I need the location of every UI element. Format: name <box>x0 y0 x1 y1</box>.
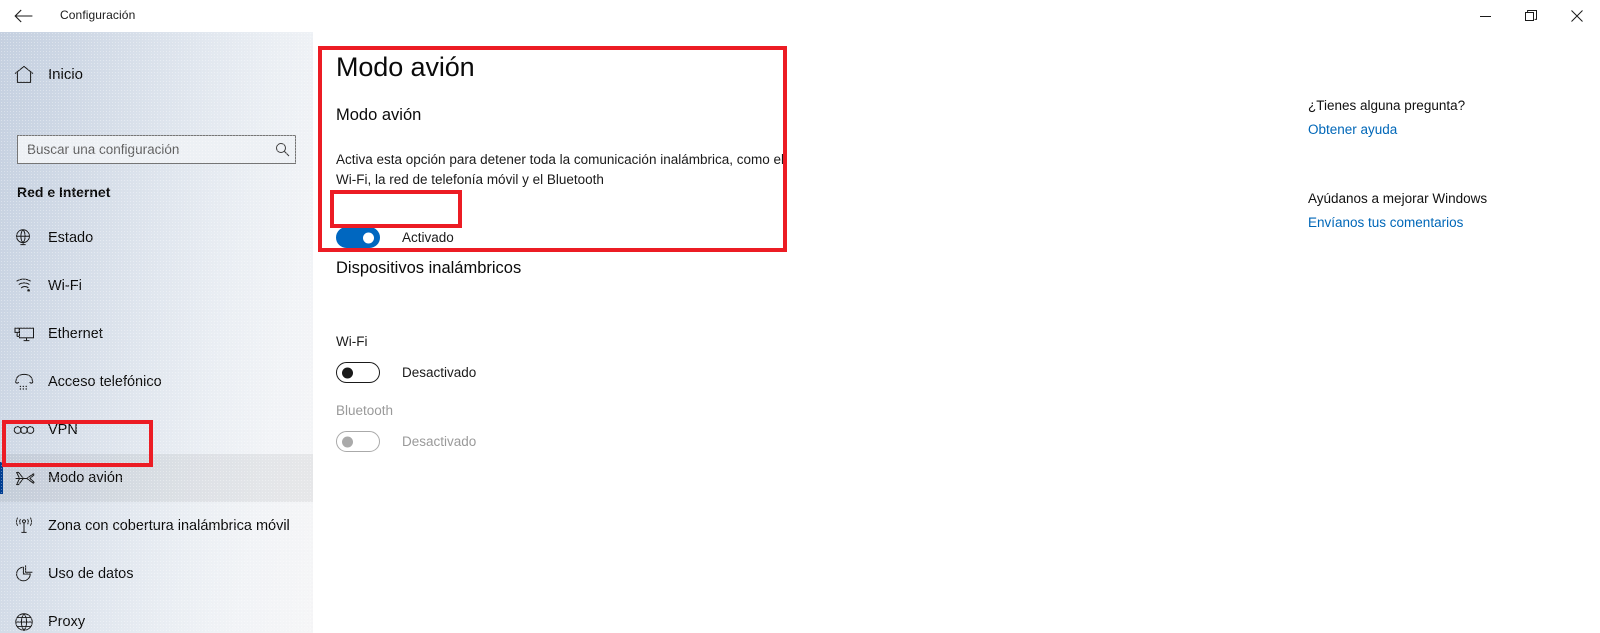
window-controls <box>1462 0 1600 32</box>
send-feedback-link[interactable]: Envíanos tus comentarios <box>1308 215 1578 230</box>
wifi-toggle[interactable] <box>336 362 380 383</box>
title-bar: Configuración <box>0 0 1600 32</box>
main-content: Modo avión Modo avión Activa esta opción… <box>313 32 1600 633</box>
app-title: Configuración <box>60 8 136 22</box>
dialup-phone-icon <box>0 373 48 392</box>
help-improve-heading: Ayúdanos a mejorar Windows <box>1308 191 1488 206</box>
wifi-icon <box>0 277 48 295</box>
page-title: Modo avión <box>336 52 475 82</box>
bluetooth-device-label: Bluetooth <box>336 403 394 418</box>
restore-icon <box>1525 10 1537 22</box>
help-question-heading: ¿Tienes alguna pregunta? <box>1308 98 1466 113</box>
sidebar-item-vpn[interactable]: VPN <box>0 406 313 454</box>
sidebar-item-label: VPN <box>48 422 78 438</box>
sidebar-item-acceso-telefonico[interactable]: Acceso telefónico <box>0 358 313 406</box>
sidebar-item-ethernet[interactable]: Ethernet <box>0 310 313 358</box>
sidebar-home-label: Inicio <box>48 65 84 83</box>
home-icon <box>0 65 48 84</box>
sidebar-item-label: Wi-Fi <box>48 278 82 294</box>
toggle-knob <box>342 367 353 378</box>
airplane-mode-toggle[interactable] <box>336 227 380 248</box>
search-input[interactable] <box>18 136 269 163</box>
wifi-device-label: Wi-Fi <box>336 334 368 349</box>
get-help-link[interactable]: Obtener ayuda <box>1308 122 1578 137</box>
sidebar-item-label: Zona con cobertura inalámbrica móvil <box>48 518 290 534</box>
back-arrow-icon <box>13 9 33 23</box>
sidebar-item-label: Acceso telefónico <box>48 374 162 390</box>
sidebar-item-label: Estado <box>48 230 94 246</box>
sidebar-item-label: Proxy <box>48 614 86 630</box>
sidebar-group-title: Red e Internet <box>17 184 111 200</box>
data-usage-pie-icon <box>0 564 48 584</box>
sidebar-item-label: Modo avión <box>48 470 123 486</box>
restore-button[interactable] <box>1508 0 1554 32</box>
sidebar-item-modo-avion[interactable]: Modo avión <box>0 454 313 502</box>
wireless-section-heading: Dispositivos inalámbricos <box>336 259 522 277</box>
back-button[interactable] <box>8 2 38 30</box>
globe-monitor-icon <box>0 228 48 248</box>
ethernet-icon <box>0 325 48 344</box>
bluetooth-toggle <box>336 431 380 452</box>
toggle-knob <box>363 232 374 243</box>
airplane-description: Activa esta opción para detener toda la … <box>336 152 784 187</box>
bluetooth-toggle-row: Desactivado <box>336 431 476 452</box>
sidebar: Inicio Red e Internet <box>0 32 313 633</box>
toggle-knob <box>342 436 353 447</box>
search-box[interactable] <box>17 135 296 164</box>
airplane-icon <box>0 469 48 488</box>
close-icon <box>1571 10 1583 22</box>
sidebar-item-proxy[interactable]: Proxy <box>0 598 313 633</box>
airplane-section-heading: Modo avión <box>336 106 422 124</box>
minimize-icon <box>1479 11 1491 22</box>
wifi-toggle-label: Desactivado <box>402 365 477 380</box>
bluetooth-toggle-label: Desactivado <box>402 434 477 449</box>
sidebar-nav-list: Estado Wi-Fi Ethernet Acceso telefónico … <box>0 214 313 633</box>
airplane-mode-toggle-row[interactable]: Activado <box>336 227 454 248</box>
minimize-button[interactable] <box>1462 0 1508 32</box>
search-icon <box>269 142 295 157</box>
close-button[interactable] <box>1554 0 1600 32</box>
sidebar-item-estado[interactable]: Estado <box>0 214 313 262</box>
sidebar-item-zona-cobertura[interactable]: Zona con cobertura inalámbrica móvil <box>0 502 313 550</box>
sidebar-item-uso-de-datos[interactable]: Uso de datos <box>0 550 313 598</box>
help-spacer <box>1308 137 1578 191</box>
proxy-globe-icon <box>0 612 48 632</box>
sidebar-item-label: Uso de datos <box>48 566 134 582</box>
sidebar-item-wifi[interactable]: Wi-Fi <box>0 262 313 310</box>
settings-window: Configuración Inicio Buscar una configur… <box>0 0 1600 633</box>
help-panel: ¿Tienes alguna pregunta? Obtener ayuda A… <box>1308 98 1578 230</box>
vpn-icon <box>0 423 48 437</box>
sidebar-item-label: Ethernet <box>48 326 103 342</box>
sidebar-item-home[interactable]: Inicio <box>0 54 313 94</box>
hotspot-icon <box>0 516 48 536</box>
wifi-toggle-row[interactable]: Desactivado <box>336 362 476 383</box>
airplane-toggle-label: Activado <box>402 230 454 245</box>
